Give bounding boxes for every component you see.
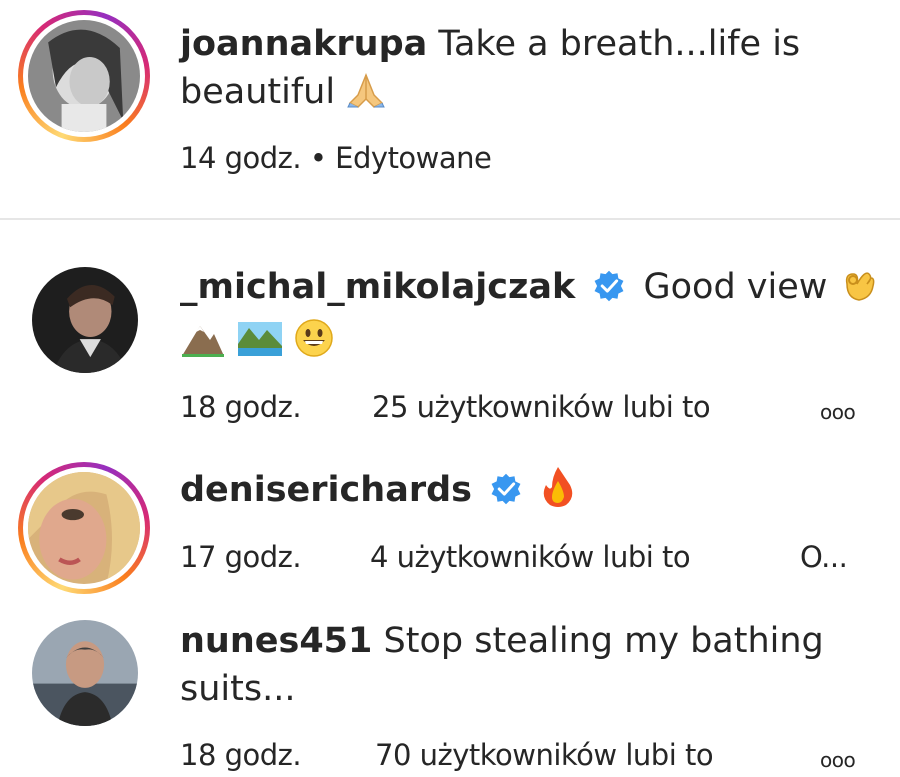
- ok-hand-icon: [839, 264, 879, 317]
- caption-time: 14 godz.: [180, 141, 302, 175]
- comment-3-text: nunes451 Stop stealing my bathing suits.…: [180, 617, 860, 713]
- comment-3-time: 18 godz.: [180, 738, 302, 772]
- mountain-icon: [180, 320, 226, 371]
- comment-2-username[interactable]: deniserichards: [180, 470, 472, 510]
- comment-1-body: Good view: [643, 267, 828, 307]
- caption-meta: 14 godz. • Edytowane: [180, 141, 492, 175]
- caption-text: joannakrupa Take a breath...life is beau…: [180, 20, 885, 122]
- meta-separator: •: [309, 141, 327, 175]
- comment-2-more[interactable]: O...: [800, 540, 848, 574]
- comment-1-likes[interactable]: 25 użytkowników lubi to: [372, 390, 711, 424]
- edited-label: Edytowane: [335, 141, 492, 175]
- avatar-michal[interactable]: [32, 267, 138, 373]
- divider: [0, 218, 900, 220]
- verified-badge-icon: [592, 268, 626, 302]
- grinning-face-icon: [294, 318, 334, 371]
- comment-2-likes[interactable]: 4 użytkowników lubi to: [370, 540, 691, 574]
- caption-username[interactable]: joannakrupa: [180, 24, 427, 64]
- avatar-joannakrupa[interactable]: [18, 10, 150, 142]
- avatar-nunes451[interactable]: [32, 620, 138, 726]
- comment-1-time: 18 godz.: [180, 390, 302, 424]
- comment-3-username[interactable]: nunes451: [180, 621, 372, 661]
- avatar-deniserichards[interactable]: [18, 462, 150, 594]
- comment-2-time: 17 godz.: [180, 540, 302, 574]
- comment-3-likes[interactable]: 70 użytkowników lubi to: [375, 738, 714, 772]
- comment-1-text: _michal_mikolajczak Good view: [180, 263, 885, 371]
- comment-1-more[interactable]: ooo: [820, 400, 856, 424]
- national-park-icon: [237, 320, 283, 371]
- comment-3-more[interactable]: ooo: [820, 748, 856, 772]
- folded-hands-icon: [346, 71, 386, 122]
- fire-icon: [540, 465, 576, 520]
- verified-badge-icon: [489, 471, 523, 505]
- comment-1-username[interactable]: _michal_mikolajczak: [180, 267, 575, 307]
- comment-2-text: deniserichards: [180, 465, 885, 520]
